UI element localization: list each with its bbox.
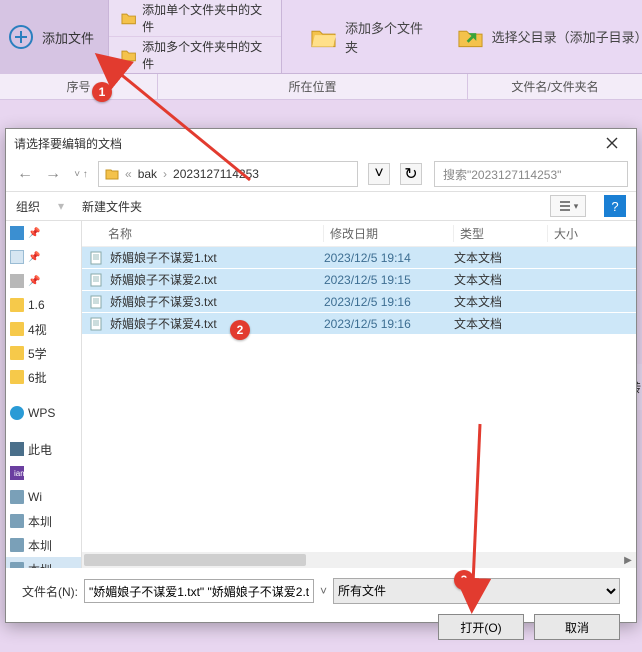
add-single-folder-button[interactable]: 添加单个文件夹中的文件 bbox=[109, 0, 281, 37]
close-icon bbox=[606, 137, 618, 149]
view-mode-button[interactable]: ▾ bbox=[550, 195, 586, 217]
nav-forward-button[interactable]: → bbox=[42, 163, 64, 185]
folder-icon bbox=[105, 168, 119, 180]
sidebar-item[interactable]: 📌 bbox=[6, 245, 81, 269]
organize-menu[interactable]: 组织 bbox=[16, 198, 40, 215]
select-parent-button[interactable]: 选择父目录（添加子目录） bbox=[457, 25, 642, 49]
breadcrumb[interactable]: « bak › 2023127114253 bbox=[98, 161, 358, 187]
sidebar-item[interactable]: iam bbox=[6, 461, 81, 485]
nav-up-button[interactable]: ˅ ↑ bbox=[70, 163, 92, 185]
help-button[interactable]: ? bbox=[604, 195, 626, 217]
header-size[interactable]: 大小 bbox=[548, 225, 636, 242]
sidebar-item-wps[interactable]: WPS bbox=[6, 401, 81, 425]
header-mdate[interactable]: 修改日期 bbox=[324, 225, 454, 242]
sidebar-item-disk[interactable]: Wi bbox=[6, 485, 81, 509]
open-button[interactable]: 打开(O) bbox=[438, 614, 524, 640]
filename-input[interactable] bbox=[84, 579, 314, 603]
sidebar-item-disk[interactable]: 本圳 bbox=[6, 533, 81, 557]
search-input[interactable]: 搜索"2023127114253" bbox=[434, 161, 628, 187]
places-sidebar: 📌 📌 📌 1.6 4视 5学 6批 WPS 此电 iam Wi 本圳 本圳 本… bbox=[6, 221, 82, 568]
sidebar-item[interactable]: 5学 bbox=[6, 341, 81, 365]
header-name[interactable]: 名称 bbox=[108, 227, 132, 241]
text-file-icon bbox=[90, 317, 102, 331]
refresh-button[interactable]: ↻ bbox=[400, 163, 422, 185]
file-row[interactable]: 娇媚娘子不谋爱1.txt 2023/12/5 19:14 文本文档 bbox=[82, 247, 636, 269]
sidebar-item-disk[interactable]: 本圳 bbox=[6, 509, 81, 533]
header-type[interactable]: 类型 bbox=[454, 225, 548, 242]
sidebar-item[interactable]: 📌 bbox=[6, 221, 81, 245]
folder-stack-icon bbox=[121, 48, 136, 62]
sidebar-item-thispc[interactable]: 此电 bbox=[6, 437, 81, 461]
file-open-dialog: 请选择要编辑的文档 ← → ˅ ↑ « bak › 2023127114253 … bbox=[5, 128, 637, 623]
plus-circle-icon bbox=[8, 24, 34, 50]
filetype-filter[interactable]: 所有文件 bbox=[333, 578, 620, 604]
add-multi-folder-files-button[interactable]: 添加多个文件夹中的文件 bbox=[109, 37, 281, 74]
add-file-button[interactable]: 添加文件 bbox=[0, 0, 109, 74]
text-file-icon bbox=[90, 295, 102, 309]
col-location: 所在位置 bbox=[158, 74, 468, 99]
scrollbar-thumb[interactable] bbox=[84, 554, 306, 566]
folder-open-icon bbox=[310, 25, 337, 49]
col-index: 序号 bbox=[0, 74, 158, 99]
dialog-title: 请选择要编辑的文档 bbox=[14, 135, 122, 152]
col-filename: 文件名/文件夹名 bbox=[468, 74, 642, 99]
callout-badge-1: 1 bbox=[92, 82, 112, 102]
cancel-button[interactable]: 取消 bbox=[534, 614, 620, 640]
sidebar-item[interactable]: 4视 bbox=[6, 317, 81, 341]
callout-badge-3: 3 bbox=[454, 570, 474, 590]
sidebar-item[interactable]: 6批 bbox=[6, 365, 81, 389]
filename-label: 文件名(N): bbox=[22, 583, 78, 600]
scrollbar-right-arrow[interactable]: ▶ bbox=[620, 552, 636, 568]
sidebar-item[interactable]: 📌 bbox=[6, 269, 81, 293]
sidebar-item[interactable]: 1.6 bbox=[6, 293, 81, 317]
file-row[interactable]: 娇媚娘子不谋爱4.txt 2023/12/5 19:16 文本文档 bbox=[82, 313, 636, 335]
horizontal-scrollbar[interactable]: ▶ bbox=[82, 552, 636, 568]
list-view-icon bbox=[558, 200, 572, 212]
file-row[interactable]: 娇媚娘子不谋爱2.txt 2023/12/5 19:15 文本文档 bbox=[82, 269, 636, 291]
add-folders-button[interactable]: 添加多个文件夹 bbox=[310, 18, 433, 56]
folder-arrow-icon bbox=[457, 25, 484, 49]
text-file-icon bbox=[90, 273, 102, 287]
file-row[interactable]: 娇媚娘子不谋爱3.txt 2023/12/5 19:16 文本文档 bbox=[82, 291, 636, 313]
add-file-label: 添加文件 bbox=[42, 28, 94, 47]
folder-plus-icon bbox=[121, 11, 136, 25]
callout-badge-2: 2 bbox=[230, 320, 250, 340]
text-file-icon bbox=[90, 251, 102, 265]
breadcrumb-dropdown[interactable]: ˅ bbox=[368, 163, 390, 185]
close-button[interactable] bbox=[594, 133, 630, 153]
sidebar-item-disk[interactable]: 本圳 bbox=[6, 557, 81, 568]
file-list: 名称 修改日期 类型 大小 娇媚娘子不谋爱1.txt 2023/12/5 19:… bbox=[82, 221, 636, 568]
nav-back-button[interactable]: ← bbox=[14, 163, 36, 185]
new-folder-button[interactable]: 新建文件夹 bbox=[82, 198, 142, 215]
